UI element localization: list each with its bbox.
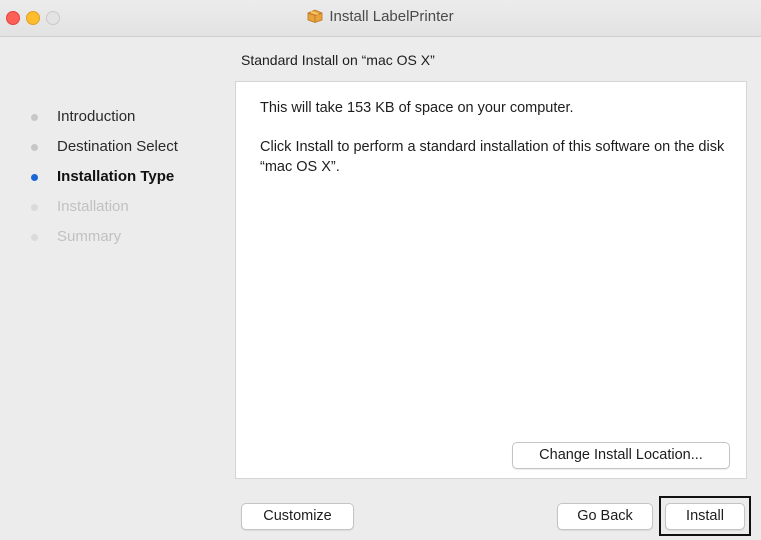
window-title-group: Install LabelPrinter — [0, 8, 761, 25]
space-required-text: This will take 153 KB of space on your c… — [260, 100, 574, 116]
step-dot — [31, 234, 38, 241]
step-label: Installation — [57, 198, 129, 215]
step-installation: Installation — [28, 197, 178, 227]
title-bar: Install LabelPrinter — [0, 0, 761, 37]
customize-button[interactable]: Customize — [241, 503, 354, 530]
step-introduction: Introduction — [28, 107, 178, 137]
install-subtitle: Standard Install on “mac OS X” — [241, 52, 435, 68]
step-installation-type: Installation Type — [28, 167, 178, 197]
step-dot — [31, 114, 38, 121]
package-icon — [307, 9, 323, 23]
step-label: Installation Type — [57, 168, 175, 185]
step-label: Destination Select — [57, 138, 178, 155]
installer-window: Install LabelPrinter Standard Install on… — [0, 0, 761, 540]
step-summary: Summary — [28, 227, 178, 257]
install-button[interactable]: Install — [665, 503, 745, 530]
installer-steps: Introduction Destination Select Installa… — [28, 107, 178, 257]
install-button-highlight: Install — [659, 496, 751, 536]
step-dot — [31, 144, 38, 151]
step-destination-select: Destination Select — [28, 137, 178, 167]
install-instruction-text: Click Install to perform a standard inst… — [260, 139, 725, 175]
step-dot-active — [31, 174, 38, 181]
step-dot — [31, 204, 38, 211]
go-back-button[interactable]: Go Back — [557, 503, 653, 530]
step-label: Introduction — [57, 108, 136, 125]
content-panel: This will take 153 KB of space on your c… — [235, 81, 747, 479]
change-install-location-button[interactable]: Change Install Location... — [512, 442, 730, 469]
window-title: Install LabelPrinter — [329, 8, 454, 25]
step-label: Summary — [57, 228, 122, 245]
